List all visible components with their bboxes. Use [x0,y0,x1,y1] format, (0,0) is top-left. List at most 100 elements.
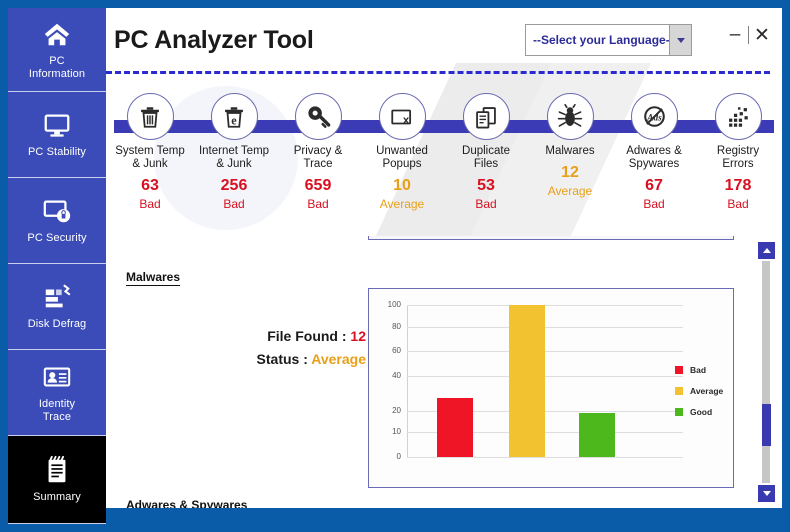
chart-y-tick-label: 80 [392,322,401,332]
chevron-down-icon[interactable] [669,25,691,55]
scan-node-unwanted-popups[interactable]: x Unwanted Popups 10 Average [360,93,444,211]
chart-y-tick-label: 60 [392,345,401,355]
id-card-icon [40,362,74,392]
legend-swatch [675,366,683,374]
bug-icon [546,93,594,140]
scan-node-count: 12 [561,164,579,181]
legend-swatch [675,408,683,416]
chart-bar [509,305,545,457]
chart-y-tick-label: 100 [387,300,401,309]
chart-legend-item: Bad [675,365,723,375]
scan-node-malwares[interactable]: Malwares 12 Average [528,93,612,198]
scan-node-label: Internet Temp & Junk [198,145,270,170]
sidebar-item-label: PC Security [27,232,87,244]
scan-node-status: Bad [139,197,161,211]
scan-node-system-temp-junk[interactable]: System Temp & Junk 63 Bad [108,93,192,211]
sidebar-item-pc-information[interactable]: PC Information [8,8,106,92]
chart-bar [579,412,615,457]
file-found-label: File Found : [267,328,347,344]
scan-node-registry-errors[interactable]: Registry Errors 178 Bad [696,93,780,211]
sidebar-item-pc-stability[interactable]: PC Stability [8,92,106,178]
scroll-down-arrow-icon[interactable] [758,485,775,502]
sidebar-item-label: Disk Defrag [27,318,87,330]
scrollbar-track[interactable] [762,261,770,483]
scrollbar-thumb[interactable] [762,404,771,446]
details-scroll-content: Malwares File Found : 12 Status : Averag… [106,236,751,508]
chart-legend-item: Average [675,386,723,396]
scan-node-count: 53 [477,177,495,194]
duplicate-files-icon [462,93,510,140]
main-panel: PC Analyzer Tool --Select your Language-… [106,8,782,508]
scan-node-count: 178 [724,177,752,194]
next-section-title: Adwares & Spywares [126,498,247,508]
svg-text:x: x [403,114,410,126]
divider-dashed [106,71,770,74]
chart-y-tick-label: 0 [396,452,401,461]
scan-node-adwares-spywares[interactable]: Ads Adwares & Spywares 67 Bad [612,93,696,211]
file-found-value: 12 [350,328,366,344]
bottom-bar [106,508,782,524]
scan-node-label: Privacy & Trace [293,145,343,170]
scan-node-count: 659 [304,177,332,194]
sidebar-item-label: Identity Trace [38,397,76,423]
scan-node-count: 63 [141,177,159,194]
chart-legend: Bad Average Good [675,365,723,428]
malwares-chart: 0 10 20 40 60 80 100 Bad Average Good [368,288,734,488]
scan-node-internet-temp-junk[interactable]: e Internet Temp & Junk 256 Bad [192,93,276,211]
page-title: PC Analyzer Tool [114,26,314,54]
chart-y-tick-label: 40 [392,370,401,380]
scan-node-label: Registry Errors [716,145,760,170]
legend-label: Average [690,386,724,396]
minimize-button[interactable]: – [722,22,748,48]
sidebar: PC Information PC Stability PC Security Disk… [8,8,106,524]
language-select-value: --Select your Language-- [533,33,669,47]
popup-close-icon: x [378,93,426,140]
vertical-scrollbar[interactable] [751,236,782,508]
legend-swatch [675,387,683,395]
chart-gridline [407,327,683,329]
scan-node-status: Bad [307,197,329,211]
sidebar-item-summary[interactable]: Summary [8,436,106,524]
clipboard-icon [40,455,74,485]
chart-y-tick-label: 10 [392,426,401,436]
scan-node-status: Average [379,197,425,211]
scan-node-status: Bad [727,197,749,211]
home-icon [40,19,74,49]
trash-icon [126,93,174,140]
scan-node-count: 256 [220,177,248,194]
legend-label: Good [690,407,713,417]
scan-node-label: Duplicate Files [462,145,510,170]
chart-plot-area: 0 10 20 40 60 80 100 Bad Average Good [379,297,724,481]
window-controls: – ✕ [722,22,775,48]
legend-label: Bad [690,365,707,375]
scan-node-duplicate-files[interactable]: Duplicate Files 53 Bad [444,93,528,211]
chart-y-tick-label: 20 [392,405,401,415]
status-label: Status : [256,351,308,367]
sidebar-item-identity-trace[interactable]: Identity Trace [8,350,106,436]
scan-node-status: Bad [643,197,665,211]
disk-defrag-icon [40,282,74,312]
close-button[interactable]: ✕ [749,22,775,48]
scan-summary-strip: System Temp & Junk 63 Bad e Internet Temp & Ju… [106,93,782,228]
app-window: PC Information PC Stability PC Security Disk… [0,0,790,532]
lock-key-icon [294,93,342,140]
file-found-row: File Found : 12 [267,328,366,344]
scan-node-label: Adwares & Spywares [626,145,682,170]
section-title: Malwares [126,270,181,286]
sidebar-item-label: Summary [33,491,81,503]
sidebar-item-label: PC Information [28,54,86,80]
chart-gridline [407,305,683,306]
chart-gridline [407,350,683,352]
chart-bar [437,398,473,457]
scroll-up-arrow-icon[interactable] [758,242,775,259]
scan-node-count: 10 [393,177,411,194]
scan-node-status: Bad [223,197,245,211]
status-badge: Average [311,351,366,367]
language-select[interactable]: --Select your Language-- [525,24,692,56]
sidebar-item-pc-security[interactable]: PC Security [8,178,106,264]
scan-node-privacy-trace[interactable]: Privacy & Trace 659 Bad [276,93,360,211]
sidebar-item-disk-defrag[interactable]: Disk Defrag [8,264,106,350]
chart-legend-item: Good [675,407,723,417]
scan-node-label: Unwanted Popups [376,145,428,170]
no-ads-icon: Ads [630,93,678,140]
